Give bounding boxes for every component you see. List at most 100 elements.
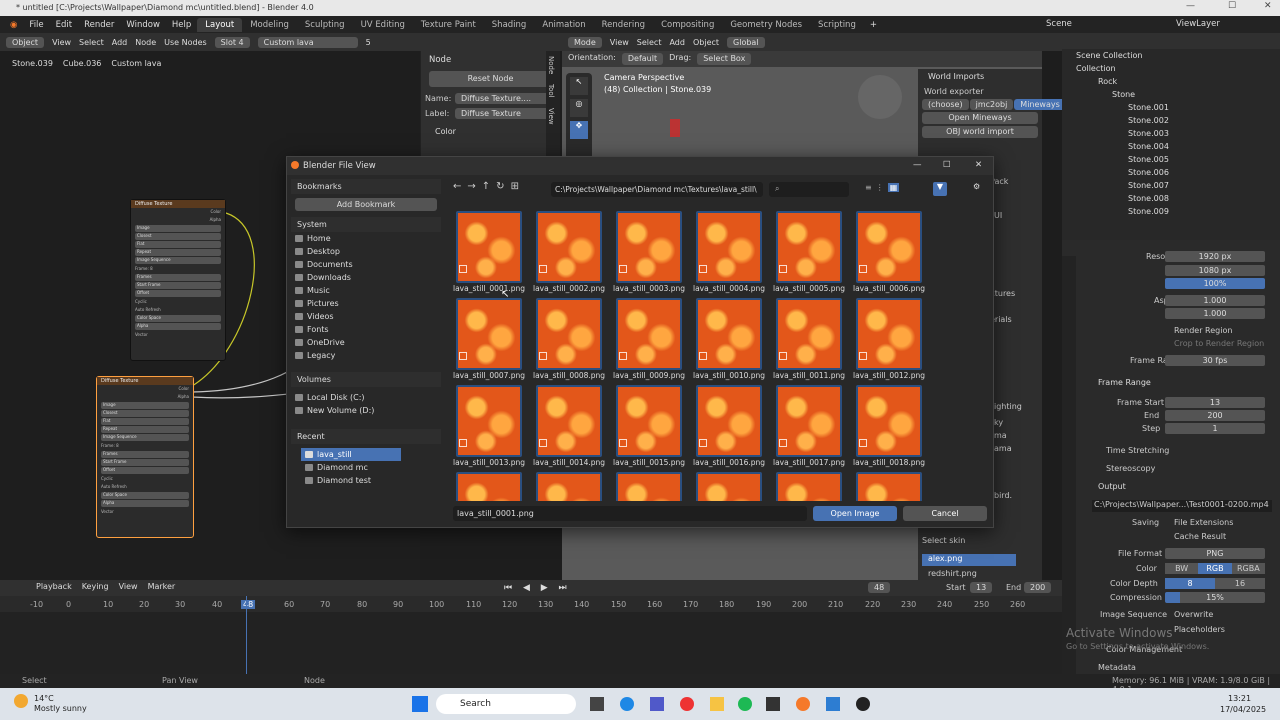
exporter-choose[interactable]: (choose) <box>922 99 969 110</box>
file-thumbnail[interactable]: lava_still_0014.png <box>533 383 605 467</box>
start-frame-field[interactable]: Start Frame <box>101 459 189 466</box>
reset-node-button[interactable]: Reset Node <box>429 71 552 87</box>
node-name-field[interactable]: Diffuse Texture.... <box>455 93 556 104</box>
slot-dropdown[interactable]: Slot 4 <box>214 36 250 48</box>
bookmarks-header[interactable]: Bookmarks <box>291 179 441 194</box>
file-thumbnail[interactable]: lava_still_0005.png <box>773 209 845 293</box>
exporter-mineways[interactable]: Mineways <box>1014 99 1066 110</box>
outliner-item-stone[interactable]: Stone <box>1062 88 1280 101</box>
stereoscopy-panel[interactable]: Stereoscopy <box>1106 464 1155 473</box>
sidebar-item-videos[interactable]: Videos <box>291 310 441 323</box>
tab-modeling[interactable]: Modeling <box>242 18 297 32</box>
auto-refresh-checkbox[interactable]: Auto Refresh <box>97 483 193 491</box>
offset-field[interactable]: Offset <box>135 290 221 297</box>
playhead[interactable] <box>246 596 247 674</box>
depth-16-option[interactable]: 16 <box>1215 578 1265 589</box>
add-workspace-icon[interactable]: + <box>864 20 883 30</box>
skin-item-redshirt[interactable]: redshirt.png <box>928 569 977 578</box>
file-thumbnail[interactable]: lava_still_0013.png <box>453 383 525 467</box>
file-thumbnail[interactable]: lava_still_0002.png <box>533 209 605 293</box>
system-header[interactable]: System <box>291 217 441 232</box>
filter-icon[interactable]: ▼ <box>933 182 947 196</box>
socket-alpha[interactable]: Alpha <box>178 394 189 400</box>
frame-ruler[interactable]: -10 0 10 20 30 40 48 60 70 80 90 100 110 120 130 140 150… <box>0 596 1062 612</box>
menu-add[interactable]: Add <box>112 38 128 47</box>
tab-geometry-nodes[interactable]: Geometry Nodes <box>722 18 810 32</box>
use-nodes-checkbox[interactable]: Use Nodes <box>164 38 207 47</box>
file-thumbnail[interactable]: lava_still_0010.png <box>693 296 765 380</box>
file-thumbnail[interactable]: lava_still_0004.png <box>693 209 765 293</box>
projection-dropdown[interactable]: Flat <box>101 418 189 425</box>
marker-menu[interactable]: Marker <box>148 582 176 594</box>
sidebar-item-home[interactable]: Home <box>291 232 441 245</box>
mode-dropdown[interactable]: Mode <box>568 36 602 48</box>
resolution-pct-field[interactable]: 100% <box>1165 278 1265 289</box>
blender-logo-icon[interactable]: ◉ <box>4 20 23 30</box>
outliner-item-stone[interactable]: Stone.007 <box>1062 179 1280 192</box>
list-vertical-icon[interactable]: ≡ <box>865 183 872 192</box>
outliner-item-stone[interactable]: Stone.009 <box>1062 205 1280 218</box>
interpolation-dropdown[interactable]: Closest <box>135 233 221 240</box>
file-thumbnail[interactable]: lava_still_0009.png <box>613 296 685 380</box>
cursor-tool-icon[interactable]: ↖ <box>570 77 588 95</box>
start-icon[interactable] <box>412 696 428 712</box>
exporter-jmc2obj[interactable]: jmc2obj <box>969 99 1014 110</box>
playback-menu[interactable]: Playback <box>36 582 72 594</box>
playback-controls[interactable]: ⏮ ◀ ▶ ⏭ <box>504 583 571 593</box>
auto-refresh-checkbox[interactable]: Auto Refresh <box>131 306 225 314</box>
file-thumbnail[interactable]: lava_still_0008.png <box>533 296 605 380</box>
file-thumbnail[interactable]: lava_still_0006.png <box>853 209 925 293</box>
spotify-icon[interactable] <box>738 697 752 711</box>
minimize-icon[interactable]: — <box>1186 1 1195 11</box>
drag-dropdown[interactable]: Select Box <box>697 53 752 65</box>
keying-menu[interactable]: Keying <box>82 582 109 594</box>
recent-item-lava-still[interactable]: lava_still <box>301 448 401 461</box>
timeline[interactable]: Playback Keying View Marker ⏮ ◀ ▶ ⏭ 48 S… <box>0 580 1062 674</box>
metadata-panel[interactable]: Metadata <box>1098 663 1136 672</box>
frame-step-field[interactable]: 1 <box>1165 423 1265 434</box>
cyclic-checkbox[interactable]: Cyclic <box>131 298 225 306</box>
outliner-item-stone[interactable]: Stone.004 <box>1062 140 1280 153</box>
tab-texture-paint[interactable]: Texture Paint <box>413 18 484 32</box>
cache-result-checkbox[interactable]: Cache Result <box>1174 532 1226 541</box>
outliner-item-stone[interactable]: Stone.006 <box>1062 166 1280 179</box>
dialog-close-icon[interactable]: ✕ <box>975 160 982 170</box>
frame-range-panel[interactable]: Frame Range <box>1098 378 1151 387</box>
file-thumbnail[interactable]: lava_still_0015.png <box>613 383 685 467</box>
obj-world-import-button[interactable]: OBJ world import <box>922 126 1038 138</box>
frame-rate-dropdown[interactable]: 30 fps <box>1165 355 1265 366</box>
transform-orientation-dropdown[interactable]: Global <box>727 36 765 48</box>
color-bw-option[interactable]: BW <box>1165 563 1199 574</box>
interpolation-dropdown[interactable]: Closest <box>101 410 189 417</box>
file-thumbnail[interactable]: lava_still_0003.png <box>613 209 685 293</box>
render-region-checkbox[interactable]: Render Region <box>1174 326 1232 335</box>
socket-vector[interactable]: Vector <box>131 331 225 339</box>
tab-layout[interactable]: Layout <box>197 17 243 32</box>
file-thumbnail[interactable]: lava_still_0001.png <box>453 209 525 293</box>
end-frame-field[interactable]: 200 <box>1024 582 1052 593</box>
diffuse-texture-node-selected[interactable]: Diffuse Texture Color Alpha Image Closes… <box>96 376 194 538</box>
menu-node[interactable]: Node <box>135 38 156 47</box>
sidebar-item-d-drive[interactable]: New Volume (D:) <box>291 404 441 417</box>
socket-color[interactable]: Color <box>211 209 221 215</box>
back-icon[interactable]: ← <box>453 181 461 192</box>
material-name-field[interactable]: Custom lava <box>257 36 358 48</box>
file-thumbnail[interactable] <box>453 470 525 501</box>
maximize-icon[interactable]: ☐ <box>1228 1 1236 11</box>
filename-input[interactable]: lava_still_0001.png <box>453 506 807 521</box>
outliner-item-stone[interactable]: Stone.003 <box>1062 127 1280 140</box>
cyclic-checkbox[interactable]: Cyclic <box>97 475 193 483</box>
file-thumbnail[interactable] <box>773 470 845 501</box>
color-panel-header[interactable]: Color <box>435 127 546 136</box>
file-thumbnail[interactable]: lava_still_0011.png <box>773 296 845 380</box>
sidebar-item-documents[interactable]: Documents <box>291 258 441 271</box>
output-panel[interactable]: Output <box>1098 482 1126 491</box>
tab-sculpting[interactable]: Sculpting <box>297 18 353 32</box>
outliner-item-stone[interactable]: Stone.005 <box>1062 153 1280 166</box>
file-thumbnail[interactable] <box>533 470 605 501</box>
aspect-x-field[interactable]: 1.000 <box>1165 295 1265 306</box>
depth-8-option[interactable]: 8 <box>1165 578 1215 589</box>
file-explorer-icon[interactable] <box>710 697 724 711</box>
menu-render[interactable]: Render <box>78 20 120 30</box>
path-field[interactable]: C:\Projects\Wallpaper\Diamond mc\Texture… <box>551 182 763 197</box>
